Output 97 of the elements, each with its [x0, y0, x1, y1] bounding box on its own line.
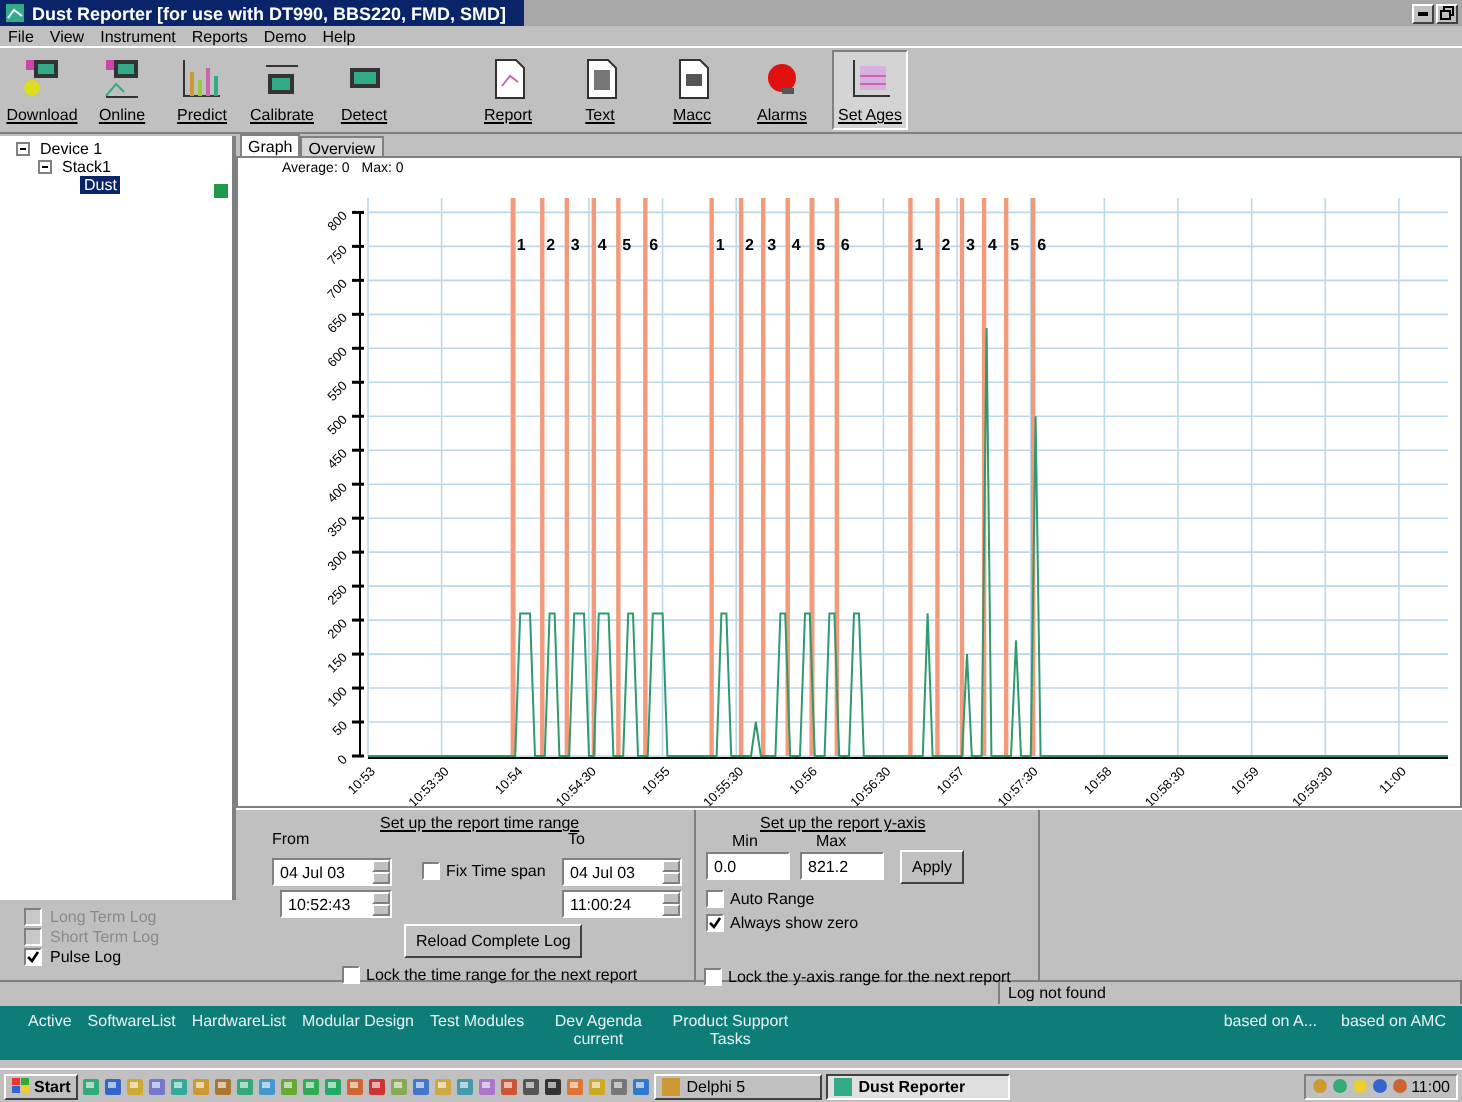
pulse-number: 2: [941, 235, 951, 254]
to-label: To: [568, 830, 585, 848]
clock: 11:00: [1411, 1077, 1450, 1095]
to-time-field[interactable]: 11:00:24: [562, 890, 682, 918]
tab[interactable]: Graph: [240, 134, 301, 156]
checkbox[interactable]: [342, 966, 360, 984]
restore-button[interactable]: [1436, 3, 1458, 23]
checkbox-label: Always show zero: [730, 914, 859, 932]
app-icon: [6, 4, 24, 22]
app-icon: [834, 1077, 853, 1095]
tab[interactable]: Overview: [300, 136, 384, 158]
minimize-button[interactable]: [1412, 3, 1434, 23]
to-date-field[interactable]: 04 Jul 03: [562, 858, 682, 886]
pulse-number: 5: [816, 235, 826, 254]
menu-item[interactable]: View: [49, 27, 85, 45]
link[interactable]: Dev Agenda current: [540, 1012, 657, 1048]
tree-item[interactable]: Device 1: [36, 140, 107, 158]
status-message: Log not found: [1008, 984, 1106, 1002]
restore-icon: [1440, 6, 1454, 20]
pulse-number: 6: [649, 235, 659, 254]
from-time-field[interactable]: 10:52:43: [280, 890, 392, 918]
from-date-field[interactable]: 04 Jul 03: [272, 858, 392, 886]
pulse-number: 5: [1010, 235, 1020, 254]
checkbox-label: Fix Time span: [446, 862, 546, 880]
apply-button[interactable]: Apply: [900, 850, 965, 884]
pulse-number: 2: [546, 235, 556, 254]
pulse-number: 4: [988, 235, 997, 254]
link[interactable]: Modular Design: [301, 1012, 414, 1030]
checkbox-label: Lock the time range for the next report: [366, 966, 638, 984]
download-icon: [20, 56, 64, 100]
section-heading: Set up the report y-axis: [760, 814, 926, 832]
reload-log-button[interactable]: Reload Complete Log: [404, 924, 583, 958]
pulse-number: 4: [597, 235, 607, 254]
tree-item[interactable]: Dust: [80, 176, 121, 194]
link[interactable]: Active: [28, 1012, 72, 1030]
pulse-number: 4: [791, 235, 801, 254]
app-icon: [662, 1077, 681, 1095]
taskbar-button[interactable]: Dust Reporter: [826, 1073, 1011, 1099]
link[interactable]: HardwareList: [191, 1012, 286, 1030]
menu-item[interactable]: Help: [322, 27, 356, 45]
menu-item[interactable]: File: [8, 27, 34, 45]
toolbar-button[interactable]: Macc: [652, 50, 732, 130]
max-label: Max: [816, 832, 847, 850]
checkbox[interactable]: [422, 862, 440, 880]
collapse-icon[interactable]: [38, 160, 52, 174]
link[interactable]: Test Modules: [430, 1012, 525, 1030]
pulse-number: 3: [570, 235, 580, 254]
menu-item[interactable]: Instrument: [100, 27, 176, 45]
toolbar-button[interactable]: Report: [468, 50, 548, 130]
checkbox[interactable]: [704, 968, 722, 986]
checkbox[interactable]: [706, 890, 724, 908]
pulse-number: 1: [715, 235, 725, 254]
checkbox-label: Lock the y-axis range for the next report: [728, 968, 1011, 986]
bar-chart-icon: [180, 56, 224, 100]
pulse-number: 1: [516, 235, 526, 254]
link[interactable]: based on A...: [1223, 1012, 1318, 1030]
chart-icon: [848, 56, 892, 100]
checkbox-label: Pulse Log: [50, 948, 122, 966]
toolbar-button[interactable]: Detect: [324, 50, 404, 130]
quick-launch-icon[interactable]: [104, 1077, 123, 1095]
minimize-icon: [1418, 11, 1428, 15]
toolbar-button[interactable]: Set Ages: [832, 50, 908, 130]
windows-logo-icon: [12, 1078, 30, 1094]
pulse-number: 1: [914, 235, 924, 254]
min-field[interactable]: 0.0: [706, 852, 790, 880]
checkbox[interactable]: [24, 948, 42, 966]
max-field[interactable]: 821.2: [800, 852, 884, 880]
collapse-icon[interactable]: [16, 142, 30, 156]
link[interactable]: Product Support Tasks: [672, 1012, 789, 1048]
taskbar-button[interactable]: Delphi 5: [654, 1073, 823, 1099]
pulse-number: 3: [966, 235, 975, 254]
checkbox-label: Auto Range: [730, 890, 815, 908]
pulse-number: 6: [840, 235, 850, 254]
start-button[interactable]: Start: [4, 1073, 79, 1099]
link[interactable]: based on AMC: [1341, 1012, 1446, 1030]
min-label: Min: [732, 832, 758, 850]
toolbar-button[interactable]: Alarms: [744, 50, 820, 130]
checkbox[interactable]: [706, 914, 724, 932]
menu-item[interactable]: Reports: [191, 27, 248, 45]
from-label: From: [272, 830, 310, 848]
section-heading: Set up the report time range: [380, 814, 580, 832]
tree-item[interactable]: Stack1: [58, 158, 115, 176]
online-icon: [100, 56, 144, 100]
toolbar-button[interactable]: Download: [4, 50, 80, 130]
quick-launch-icon[interactable]: [522, 1077, 541, 1095]
window-title: Dust Reporter [for use with DT990, BBS220, FMD, SMD]: [0, 0, 524, 26]
menu-item[interactable]: Demo: [263, 27, 307, 45]
pulse-number: 3: [767, 235, 777, 254]
link[interactable]: SoftwareList: [87, 1012, 176, 1030]
pulse-number: 6: [1037, 235, 1047, 254]
toolbar-button[interactable]: Online: [84, 50, 160, 130]
quick-launch-icon[interactable]: [544, 1077, 563, 1095]
toolbar-button[interactable]: Predict: [164, 50, 240, 130]
toolbar-button[interactable]: Text: [560, 50, 640, 130]
toolbar-button[interactable]: Calibrate: [244, 50, 320, 130]
pulse-number: 2: [745, 235, 754, 254]
pulse-number: 5: [622, 235, 632, 254]
